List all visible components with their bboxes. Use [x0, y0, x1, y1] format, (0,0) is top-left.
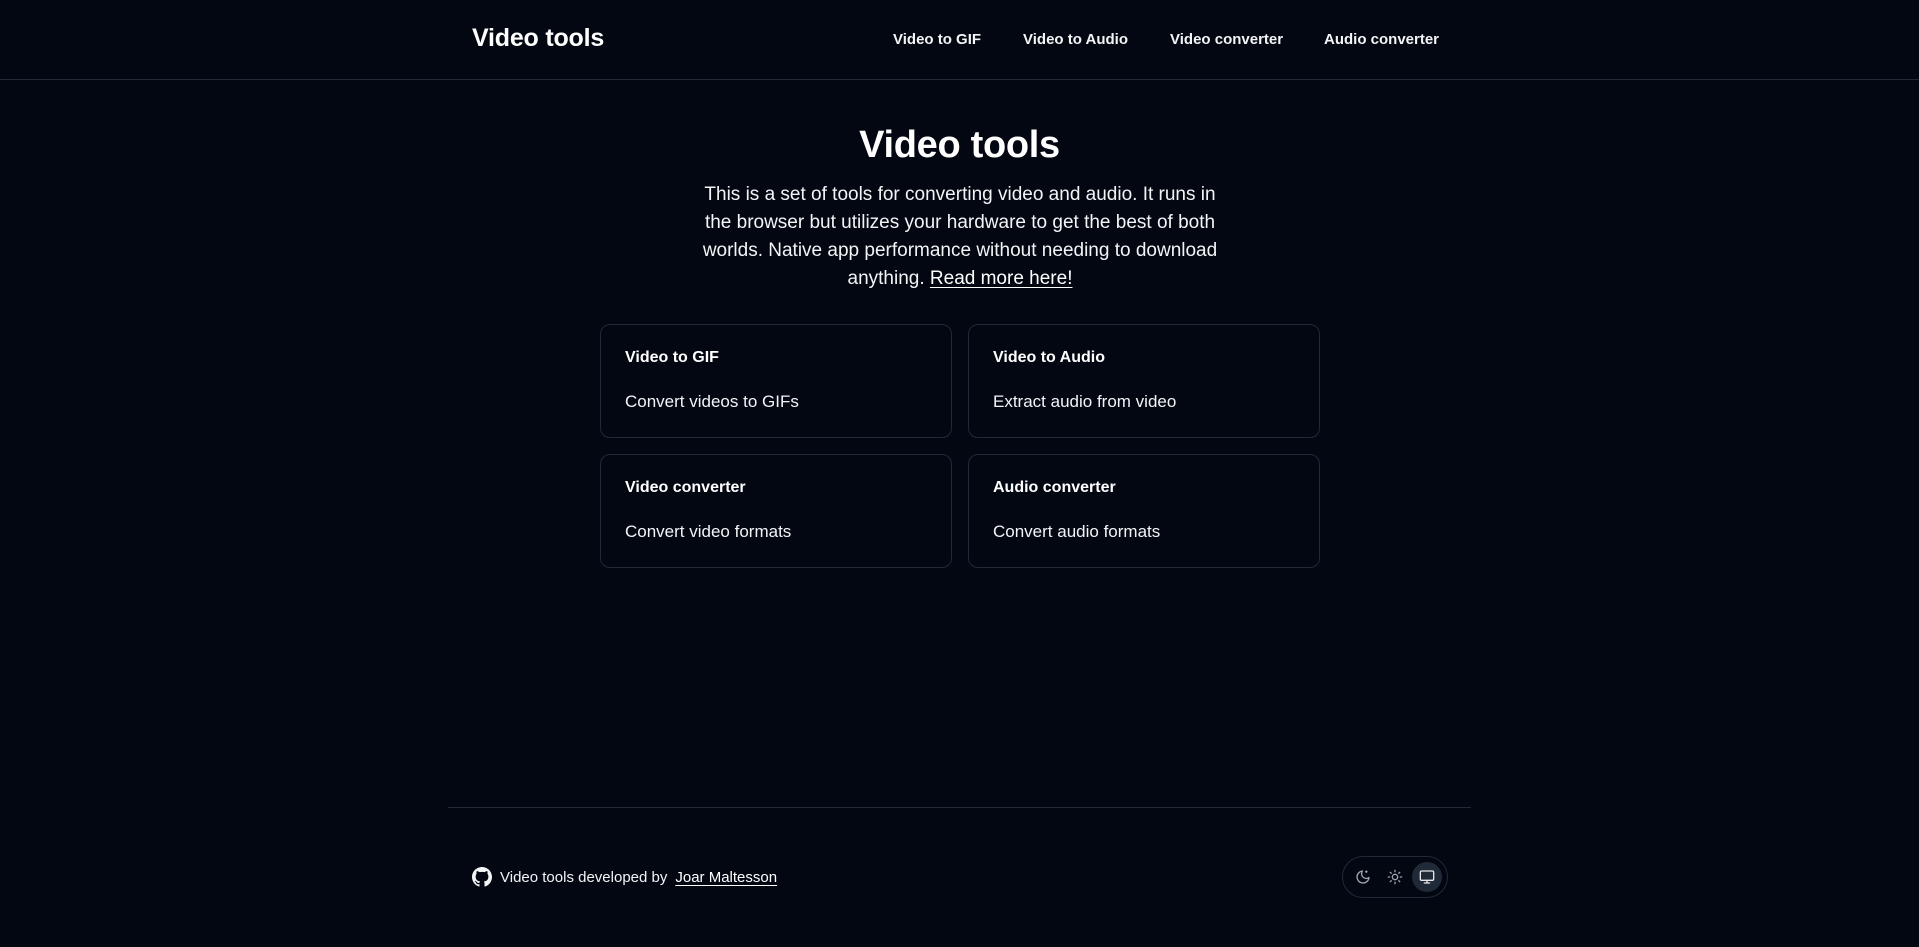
card-title: Video to Audio: [993, 349, 1105, 366]
tool-card-audio-converter[interactable]: Audio converter Convert audio formats: [968, 454, 1320, 568]
card-title: Video converter: [625, 479, 746, 496]
card-description: Convert videos to GIFs: [625, 392, 799, 411]
footer-credits: Video tools developed by Joar Maltesson: [472, 867, 777, 887]
nav-link-video-converter[interactable]: Video converter: [1170, 31, 1283, 48]
author-link[interactable]: Joar Maltesson: [675, 869, 777, 886]
nav-link-video-to-gif[interactable]: Video to GIF: [893, 31, 981, 48]
footer-text: Video tools developed by: [500, 868, 668, 886]
brand-logo[interactable]: Video tools: [472, 24, 604, 53]
tool-card-video-converter[interactable]: Video converter Convert video formats: [600, 454, 952, 568]
card-description: Convert video formats: [625, 522, 792, 541]
read-more-link[interactable]: Read more here!: [930, 268, 1073, 289]
monitor-icon[interactable]: [1412, 862, 1442, 892]
intro-text: This is a set of tools for converting vi…: [700, 181, 1220, 293]
github-icon[interactable]: [472, 867, 492, 887]
card-title: Audio converter: [993, 479, 1116, 496]
sun-icon[interactable]: [1380, 862, 1410, 892]
moon-icon[interactable]: [1348, 862, 1378, 892]
theme-switcher: [1342, 856, 1448, 898]
tool-card-video-to-audio[interactable]: Video to Audio Extract audio from video: [968, 324, 1320, 438]
site-header: Video tools Video to GIF Video to Audio …: [0, 0, 1919, 80]
nav-link-audio-converter[interactable]: Audio converter: [1324, 31, 1439, 48]
footer-divider: [448, 807, 1471, 808]
card-description: Convert audio formats: [993, 522, 1161, 541]
page-title: Video tools: [859, 124, 1060, 166]
tool-card-video-to-gif[interactable]: Video to GIF Convert videos to GIFs: [600, 324, 952, 438]
card-title: Video to GIF: [625, 349, 719, 366]
card-description: Extract audio from video: [993, 392, 1177, 411]
nav-link-video-to-audio[interactable]: Video to Audio: [1023, 31, 1128, 48]
